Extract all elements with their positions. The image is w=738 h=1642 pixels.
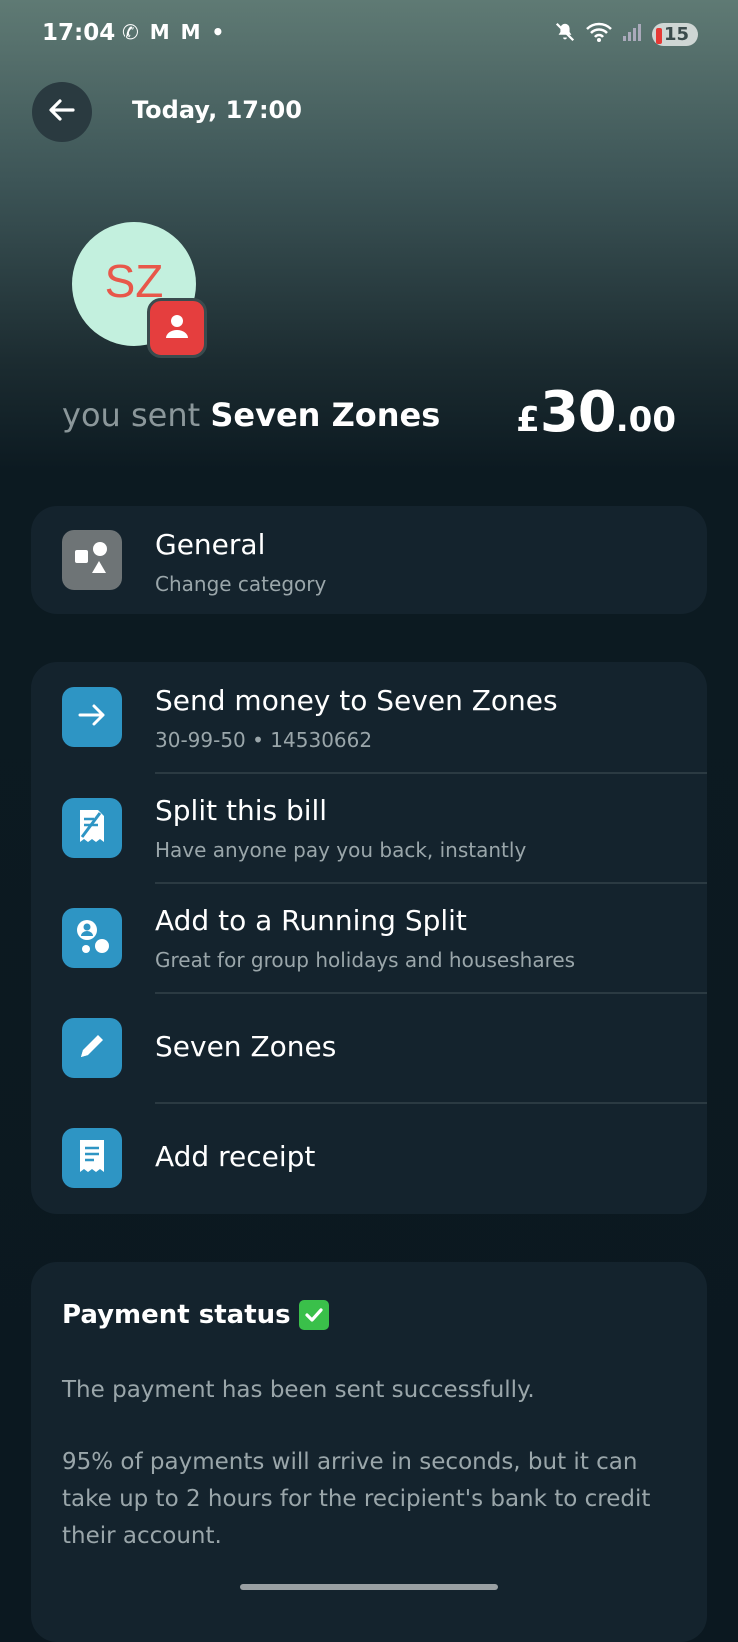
split-receipt-icon <box>74 807 110 849</box>
check-mark-icon <box>298 1300 329 1330</box>
wifi-icon <box>586 21 612 47</box>
send-money-subtitle: 30-99-50 • 14530662 <box>155 728 373 752</box>
send-icon-box <box>62 687 122 747</box>
edit-icon-box <box>62 1018 122 1078</box>
person-icon <box>162 311 192 345</box>
arrow-left-icon <box>46 94 78 130</box>
running-split-subtitle: Great for group holidays and houseshares <box>155 948 576 972</box>
amount-currency: £ <box>516 400 540 440</box>
back-button[interactable] <box>32 82 92 142</box>
pencil-icon <box>75 1029 109 1067</box>
add-receipt-title: Add receipt <box>155 1140 316 1173</box>
running-split-row[interactable]: Add to a Running Split Great for group h… <box>31 884 707 992</box>
category-subtitle: Change category <box>155 572 327 596</box>
notification-icons: ✆ M M • <box>122 20 227 44</box>
receipt-icon-box <box>62 1128 122 1188</box>
contact-badge <box>147 298 207 358</box>
group-icon <box>72 916 112 960</box>
recipient-name: Seven Zones <box>210 396 441 434</box>
payment-status-title: Payment status <box>62 1300 291 1330</box>
split-bill-row[interactable]: Split this bill Have anyone pay you back… <box>31 774 707 882</box>
payment-status-line2: 95% of payments will arrive in seconds, … <box>62 1449 651 1549</box>
add-receipt-row[interactable]: Add receipt <box>31 1104 707 1214</box>
rename-row[interactable]: Seven Zones <box>31 994 707 1102</box>
actions-card: Send money to Seven Zones 30-99-50 • 145… <box>31 662 707 1214</box>
send-money-title: Send money to Seven Zones <box>155 684 558 717</box>
status-bar: 17:04 ✆ M M • 15 <box>0 0 738 70</box>
amount-decimal: .00 <box>615 400 676 440</box>
status-right: 15 <box>554 20 698 48</box>
split-bill-subtitle: Have anyone pay you back, instantly <box>155 838 527 862</box>
category-icon-box <box>62 530 122 590</box>
page-title: Today, 17:00 <box>132 96 302 124</box>
payment-status-line1: The payment has been sent successfully. <box>62 1377 535 1403</box>
transaction-amount: £30.00 <box>516 380 676 445</box>
battery-indicator: 15 <box>651 22 698 46</box>
status-time: 17:04 <box>42 20 116 46</box>
sent-summary: you sent Seven Zones <box>62 396 440 434</box>
split-bill-title: Split this bill <box>155 794 328 827</box>
mute-icon <box>554 21 576 47</box>
rename-title: Seven Zones <box>155 1030 337 1063</box>
arrow-right-icon <box>75 698 109 736</box>
running-split-title: Add to a Running Split <box>155 904 467 937</box>
split-icon-box <box>62 798 122 858</box>
shapes-icon <box>72 538 112 582</box>
sent-prefix: you sent <box>62 396 201 434</box>
running-split-icon-box <box>62 908 122 968</box>
amount-integer: 30 <box>539 380 617 445</box>
receipt-icon <box>75 1137 109 1179</box>
signal-icon <box>622 22 642 46</box>
home-indicator[interactable] <box>240 1584 498 1590</box>
category-title: General <box>155 528 266 561</box>
send-money-row[interactable]: Send money to Seven Zones 30-99-50 • 145… <box>31 662 707 772</box>
payment-status-heading: Payment status <box>62 1300 329 1330</box>
category-card[interactable]: General Change category <box>31 506 707 614</box>
